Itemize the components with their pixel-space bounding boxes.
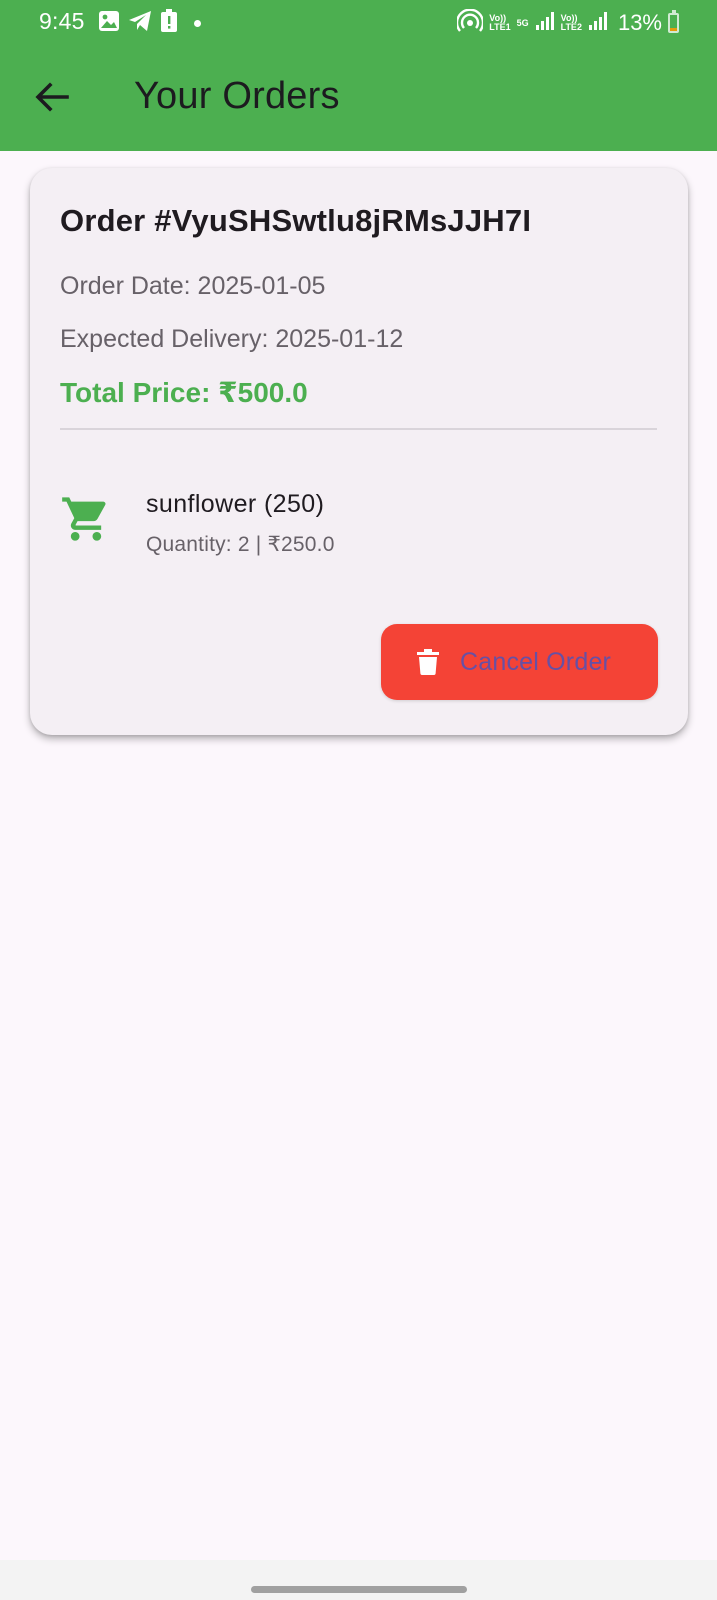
trash-icon (417, 649, 439, 675)
total-price: Total Price: ₹500.0 (60, 377, 308, 408)
back-button[interactable] (30, 77, 74, 121)
status-left-icons (98, 8, 201, 38)
order-card: Order #VyuSHSwtlu8jRMsJJH7I Order Date: … (30, 168, 688, 735)
divider (60, 428, 657, 430)
telegram-icon (128, 10, 152, 37)
network-label-5g: 5G (516, 17, 529, 28)
order-title: Order #VyuSHSwtlu8jRMsJJH7I (60, 203, 532, 238)
notification-dot-icon (194, 19, 201, 27)
gesture-handle[interactable] (251, 1586, 467, 1593)
hotspot-icon (456, 8, 485, 38)
shopping-cart-icon (60, 493, 112, 545)
alert-icon (160, 8, 178, 38)
cancel-order-label: Cancel Order (460, 648, 612, 676)
status-right-icons: Vo)) LTE1 5G Vo)) LTE2 13% (456, 8, 679, 38)
list-item[interactable]: sunflower (250) Quantity: 2 | ₹250.0 (30, 468, 688, 568)
signal-icon (535, 11, 555, 36)
gallery-icon (98, 10, 120, 37)
battery-icon (668, 10, 679, 33)
item-name: sunflower (250) (146, 490, 325, 518)
network-label-2: Vo)) LTE2 (560, 13, 582, 32)
cancel-order-button[interactable]: Cancel Order (381, 624, 658, 700)
expected-delivery: Expected Delivery: 2025-01-12 (60, 325, 404, 353)
item-quantity-price: Quantity: 2 | ₹250.0 (146, 533, 335, 556)
battery-level-fill (670, 28, 677, 31)
network-label-1: Vo)) LTE1 (489, 13, 511, 32)
system-nav-bar (0, 1560, 717, 1600)
battery-percent: 13% (617, 10, 662, 35)
status-bar: 9:45 Vo)) LTE1 5G Vo)) LTE2 13% (0, 0, 717, 46)
signal-icon (588, 11, 608, 36)
page-title: Your Orders (134, 75, 340, 117)
order-date: Order Date: 2025-01-05 (60, 272, 326, 300)
arrow-left-icon (35, 81, 69, 117)
status-time: 9:45 (39, 8, 85, 34)
